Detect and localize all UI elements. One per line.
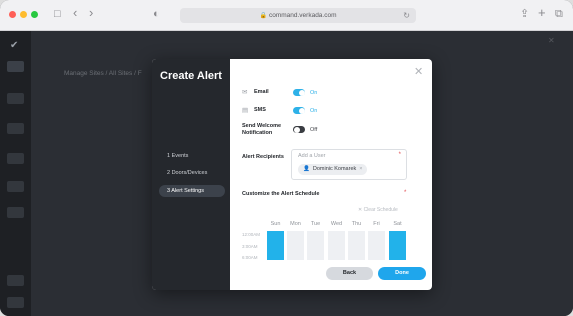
privacy-shield-icon[interactable]: ◐: [153, 8, 160, 21]
back-arrow-icon[interactable]: ‹: [73, 6, 77, 19]
schedule-label: Customize the Alert Schedule: [242, 191, 320, 197]
recipients-field[interactable]: Add a User * 👤 Dominic Komarek ×: [291, 149, 407, 180]
background-close-icon[interactable]: ✕: [548, 36, 555, 45]
minimize-window-button[interactable]: [20, 11, 27, 18]
tab-overview-icon[interactable]: ⧉: [555, 8, 563, 21]
modal-steps-panel: Create Alert 1 Events 2 Doors/Devices 3 …: [152, 59, 230, 290]
day-mon: Mon: [290, 221, 301, 227]
address-bar[interactable]: 🔒 command.verkada.com ↻: [180, 8, 416, 23]
schedule-required-marker: *: [404, 190, 407, 196]
schedule-column-tue[interactable]: [307, 231, 324, 260]
close-window-button[interactable]: [9, 11, 16, 18]
schedule-column-wed[interactable]: [328, 231, 345, 260]
user-icon: 👤: [303, 166, 310, 172]
day-tue: Tue: [310, 221, 321, 227]
welcome-toggle-state: Off: [310, 127, 318, 133]
day-wed: Wed: [330, 221, 343, 227]
alert-settings-panel: ✕ ✉ Email On ▤ SMS On Send Welcome Notif…: [230, 59, 432, 290]
clear-schedule-button[interactable]: ✕ Clear Schedule: [358, 207, 398, 213]
share-icon[interactable]: ⇪: [520, 8, 529, 21]
schedule-column-sat[interactable]: [389, 231, 406, 260]
time-label: 6:00AM: [242, 255, 258, 260]
schedule-column-thu[interactable]: [348, 231, 365, 260]
day-fri: Fri: [373, 221, 380, 227]
sidebar-item-3[interactable]: [7, 123, 24, 134]
time-label: 3:00AM: [242, 244, 258, 249]
url-text: 🔒 command.verkada.com: [259, 12, 337, 19]
day-thu: Thu: [351, 221, 362, 227]
welcome-notification-label: Send Welcome Notification: [242, 123, 282, 136]
sms-toggle-state: On: [310, 108, 318, 114]
step-events[interactable]: 1 Events: [159, 150, 225, 162]
modal-close-icon[interactable]: ✕: [414, 67, 423, 78]
welcome-notification-toggle[interactable]: [293, 126, 305, 133]
remove-recipient-icon[interactable]: ×: [359, 166, 362, 172]
schedule-column-fri[interactable]: [368, 231, 385, 260]
done-button[interactable]: Done: [378, 267, 426, 280]
zoom-window-button[interactable]: [31, 11, 38, 18]
step-alert-settings[interactable]: 3 Alert Settings: [159, 185, 225, 197]
alert-recipients-label: Alert Recipients: [242, 154, 284, 160]
email-toggle[interactable]: [293, 89, 305, 96]
sidebar-item-7[interactable]: [7, 275, 24, 286]
sidebar-icon[interactable]: □: [54, 8, 61, 21]
day-sat: Sat: [393, 221, 402, 227]
email-toggle-state: On: [310, 90, 318, 96]
create-alert-modal: Create Alert 1 Events 2 Doors/Devices 3 …: [152, 59, 432, 290]
breadcrumb: Manage Sites / All Sites / F: [64, 70, 142, 77]
schedule-column-mon[interactable]: [287, 231, 304, 260]
app-sidebar: ✔: [0, 31, 31, 316]
time-label: 12:00AM: [242, 232, 261, 237]
sidebar-item-2[interactable]: [7, 93, 24, 104]
sidebar-item-1[interactable]: [7, 61, 24, 72]
modal-title: Create Alert: [160, 70, 222, 82]
add-user-input[interactable]: Add a User: [298, 153, 326, 159]
required-marker: *: [398, 152, 401, 158]
sidebar-item-4[interactable]: [7, 153, 24, 164]
new-tab-icon[interactable]: +: [538, 6, 546, 19]
reload-icon[interactable]: ↻: [403, 8, 410, 23]
recipient-name: Dominic Komarek: [312, 166, 357, 172]
schedule-column-sun[interactable]: [267, 231, 284, 260]
forward-arrow-icon[interactable]: ›: [89, 6, 93, 19]
email-icon: ✉: [242, 89, 248, 96]
day-sun: Sun: [270, 221, 281, 227]
sidebar-item-6[interactable]: [7, 207, 24, 218]
browser-window: □ ‹ › ◐ 🔒 command.verkada.com ↻ ⇪ + ⧉ ✔ M…: [0, 0, 573, 316]
browser-toolbar: □ ‹ › ◐ 🔒 command.verkada.com ↻ ⇪ + ⧉: [0, 0, 573, 31]
step-doors-devices[interactable]: 2 Doors/Devices: [159, 167, 225, 179]
sms-toggle[interactable]: [293, 107, 305, 114]
sms-icon: ▤: [242, 107, 249, 114]
sms-label: SMS: [254, 107, 266, 113]
back-button[interactable]: Back: [326, 267, 373, 280]
email-label: Email: [254, 89, 269, 95]
verkada-logo-icon: ✔: [10, 40, 19, 51]
recipient-chip: 👤 Dominic Komarek ×: [298, 164, 368, 175]
sidebar-item-8[interactable]: [7, 297, 24, 308]
lock-icon: 🔒: [259, 13, 267, 19]
sidebar-item-5[interactable]: [7, 181, 24, 192]
